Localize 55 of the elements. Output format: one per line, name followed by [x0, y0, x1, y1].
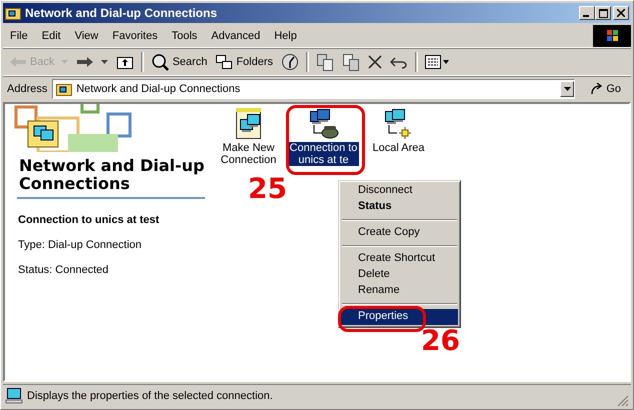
menu-item[interactable]: View [68, 28, 106, 44]
menu-item[interactable]: Create Shortcut [341, 251, 458, 267]
close-button[interactable] [613, 6, 629, 20]
minimize-button[interactable] [579, 6, 595, 20]
menu-item[interactable]: Status [341, 199, 458, 215]
menu-item[interactable]: Rename [341, 283, 458, 299]
clock-icon [281, 53, 300, 71]
menu-item[interactable]: File [3, 28, 35, 44]
go-button[interactable]: Go [578, 83, 629, 95]
maximize-icon [598, 8, 608, 18]
up-folder-icon [116, 54, 134, 70]
folders-button[interactable]: Folders [211, 51, 278, 73]
folder-icon [56, 82, 72, 96]
step-number: 26 [421, 326, 460, 356]
folders-icon [215, 54, 234, 70]
computer-icon [5, 388, 23, 404]
address-label: Address [6, 83, 48, 95]
menu-item[interactable]: Disconnect [341, 183, 458, 199]
resize-grip-icon[interactable] [617, 395, 629, 407]
search-button[interactable]: Search [147, 51, 212, 73]
pane-title: Network and Dial-up Connections [18, 155, 206, 193]
move-to-icon [316, 53, 334, 71]
icon-label[interactable]: Make New Connection [214, 142, 284, 166]
status-text: Displays the properties of the selected connection. [27, 390, 274, 402]
step-number: 25 [248, 174, 287, 204]
copy-to-icon [342, 53, 360, 71]
maximize-button[interactable] [595, 6, 611, 20]
delete-icon [368, 55, 382, 69]
detail-text: Status: Connected [17, 263, 110, 276]
menu-item[interactable]: Create Copy [341, 225, 458, 241]
search-icon [151, 53, 170, 71]
forward-arrow-icon [76, 56, 94, 68]
undo-icon [390, 55, 408, 69]
windows-logo [593, 25, 631, 47]
curved-arrow-icon [590, 83, 604, 95]
menu-item[interactable]: Properties [341, 309, 458, 325]
address-field[interactable]: Network and Dial-up Connections [52, 79, 576, 99]
window-title: Network and Dial-up Connections [25, 6, 218, 20]
dropdown-button[interactable] [560, 81, 574, 97]
views-icon [425, 54, 450, 70]
menu-item[interactable]: Delete [341, 267, 458, 283]
detail-text: Type: Dial-up Connection [17, 238, 143, 251]
caret-icon [564, 87, 571, 91]
caret-icon [101, 60, 108, 64]
close-icon [617, 9, 625, 17]
folder-icon [5, 6, 21, 20]
connection-name: Connection to unics at test [17, 213, 160, 226]
menu-item[interactable]: Edit [34, 28, 68, 44]
icon-label[interactable]: Local Area [364, 142, 434, 154]
menu-item[interactable]: Tools [164, 28, 204, 44]
back-arrow-icon [9, 56, 27, 68]
menu-item[interactable]: Favorites [105, 28, 165, 44]
icon-label[interactable]: Connection to unics at te [288, 142, 358, 166]
menu-item[interactable]: Help [267, 28, 304, 44]
menu-item[interactable]: Advanced [204, 28, 268, 44]
